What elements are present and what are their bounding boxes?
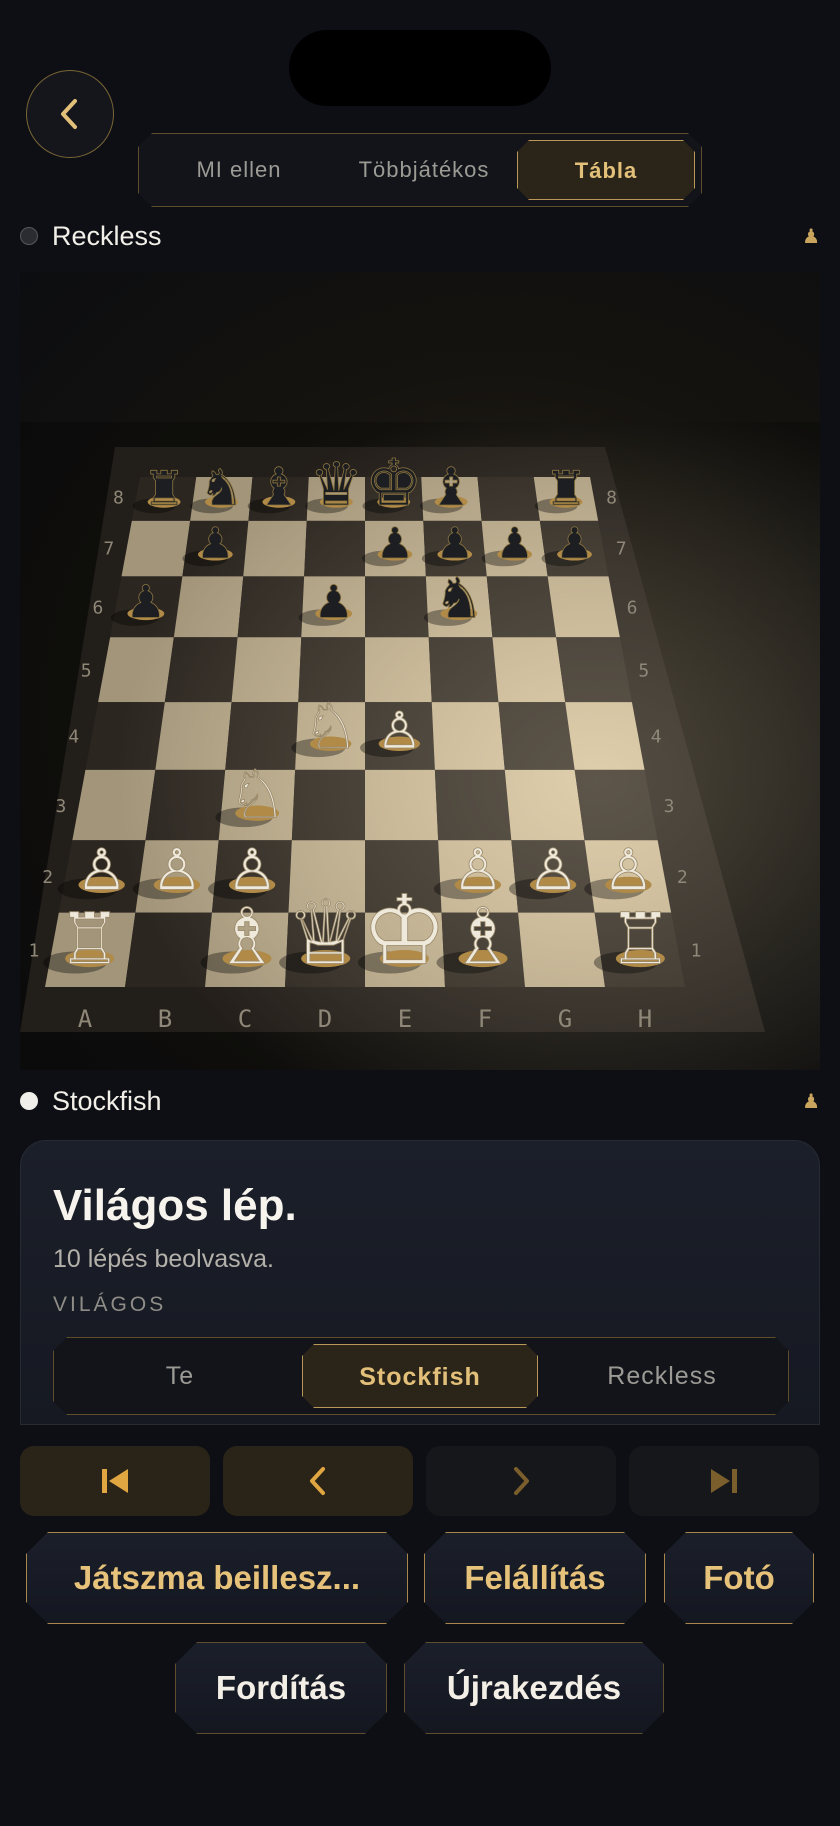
rank-label: 2: [42, 867, 53, 888]
file-label: D: [318, 1005, 332, 1033]
chevron-left-icon: [310, 1467, 325, 1495]
rank-label: 3: [56, 796, 67, 817]
bottom-player-row: Stockfish ♟: [20, 1083, 820, 1119]
black-bishop-c8: ♝: [255, 457, 302, 518]
white-bishop-f1: ♗: [448, 891, 518, 982]
turn-status-title: Világos lép.: [53, 1181, 297, 1230]
last-move-button[interactable]: [629, 1446, 819, 1516]
restart-button[interactable]: Újrakezdés: [404, 1642, 664, 1734]
black-pawn-a6: ♟: [126, 575, 167, 628]
previous-move-button[interactable]: [223, 1446, 413, 1516]
black-pawn-g7: ♟: [495, 519, 533, 569]
black-rook-a8: ♜: [143, 462, 186, 517]
black-queen-d8: ♛: [310, 451, 363, 520]
flip-board-button[interactable]: Fordítás: [175, 1642, 387, 1734]
white-player-label: VILÁGOS: [53, 1293, 167, 1316]
white-pawn-g2: ♙: [527, 838, 578, 904]
setup-button[interactable]: Felállítás: [424, 1532, 646, 1624]
tab-vs-ai[interactable]: MI ellen: [159, 140, 319, 200]
rank-label: 8: [606, 487, 617, 508]
option-stockfish[interactable]: Stockfish: [302, 1344, 538, 1408]
black-pawn-f7: ♟: [436, 519, 474, 569]
rank-label: 6: [92, 597, 103, 618]
file-label: G: [558, 1005, 572, 1033]
skip-to-start-icon: [102, 1469, 128, 1493]
file-label: B: [158, 1005, 172, 1033]
black-knight-f6: ♞: [434, 566, 484, 631]
rank-label: 4: [68, 727, 79, 748]
file-label: H: [638, 1005, 652, 1033]
option-you[interactable]: Te: [62, 1344, 298, 1408]
rank-label: 4: [651, 727, 662, 748]
back-button[interactable]: [26, 70, 114, 158]
tab-multiplayer[interactable]: Többjátékos: [329, 140, 519, 200]
black-pawn-b7: ♟: [196, 519, 234, 569]
tab-board[interactable]: Tábla: [517, 140, 695, 200]
black-king-e8: ♚: [365, 446, 423, 521]
black-pawn-d6: ♟: [313, 575, 354, 628]
white-rook-a1: ♖: [58, 897, 122, 980]
white-bishop-c1: ♗: [212, 891, 282, 982]
rank-label: 5: [81, 660, 92, 681]
white-knight-c3: ♘: [227, 756, 287, 834]
dynamic-island: [289, 30, 551, 106]
black-pawn-e7: ♟: [376, 519, 414, 569]
white-pawn-h2: ♙: [603, 838, 654, 904]
pawn-icon: ♟: [802, 225, 820, 248]
photo-button[interactable]: Fotó: [664, 1532, 814, 1624]
option-reckless[interactable]: Reckless: [544, 1344, 780, 1408]
file-label: C: [238, 1005, 252, 1033]
white-player-selector: Te Stockfish Reckless: [53, 1337, 789, 1415]
chevron-right-icon: [514, 1467, 529, 1495]
black-rook-h8: ♜: [545, 462, 588, 517]
mode-tabs: MI ellen Többjátékos Tábla: [138, 133, 702, 207]
player-color-dot: [20, 227, 38, 245]
rank-label: 1: [29, 941, 40, 962]
pawn-icon: ♟: [802, 1090, 820, 1113]
first-move-button[interactable]: [20, 1446, 210, 1516]
rank-label: 1: [691, 941, 702, 962]
rank-label: 7: [616, 539, 627, 560]
rank-label: 6: [627, 597, 638, 618]
white-pawn-b2: ♙: [151, 838, 202, 904]
black-pawn-h7: ♟: [555, 519, 593, 569]
white-queen-d1: ♕: [286, 881, 366, 984]
next-move-button[interactable]: [426, 1446, 616, 1516]
file-label: A: [78, 1005, 93, 1033]
chess-board-3d[interactable]: A B C D E F G H 1 1 2 2 3 3 4 4 5 5 6 6 7 7 8 8 ♜ ♞ ♝ ♛ ♚ ♝ ♜ ♟ ♟ ♟ ♟ ♟ ♟ ♟ ♞ ♘…: [20, 272, 820, 1070]
skip-to-end-icon: [711, 1469, 737, 1493]
white-pawn-e4: ♙: [376, 702, 422, 761]
player-color-dot: [20, 1092, 38, 1110]
rank-label: 5: [638, 660, 649, 681]
white-king-e1: ♔: [361, 874, 447, 986]
white-pawn-a2: ♙: [76, 838, 127, 904]
paste-game-button[interactable]: Játszma beillesz...: [26, 1532, 408, 1624]
rank-label: 3: [664, 796, 675, 817]
board-svg: A B C D E F G H1 12 23 34 45 56 67 78 8♜ ♞ ♝ ♛ ♚ ♝ ♜♟ ♟ ♟ ♟ ♟♟ ♟ ♞♘…: [20, 422, 820, 1070]
rank-label: 8: [113, 487, 124, 508]
white-knight-d4: ♘: [302, 689, 359, 763]
file-label: E: [398, 1005, 412, 1033]
status-card: Világos lép. 10 lépés beolvasva. VILÁGOS…: [20, 1140, 820, 1425]
white-rook-h1: ♖: [609, 897, 673, 980]
black-bishop-f8: ♝: [428, 457, 475, 518]
file-label: F: [478, 1005, 492, 1033]
moves-loaded-text: 10 lépés beolvasva.: [53, 1245, 274, 1273]
top-player-row: Reckless ♟: [20, 218, 820, 254]
rank-label: 7: [103, 539, 114, 560]
top-player-name: Reckless: [52, 220, 162, 251]
rank-label: 2: [677, 867, 688, 888]
black-knight-b8: ♞: [199, 459, 244, 517]
bottom-player-name: Stockfish: [52, 1085, 162, 1116]
chevron-left-icon: [61, 99, 77, 129]
